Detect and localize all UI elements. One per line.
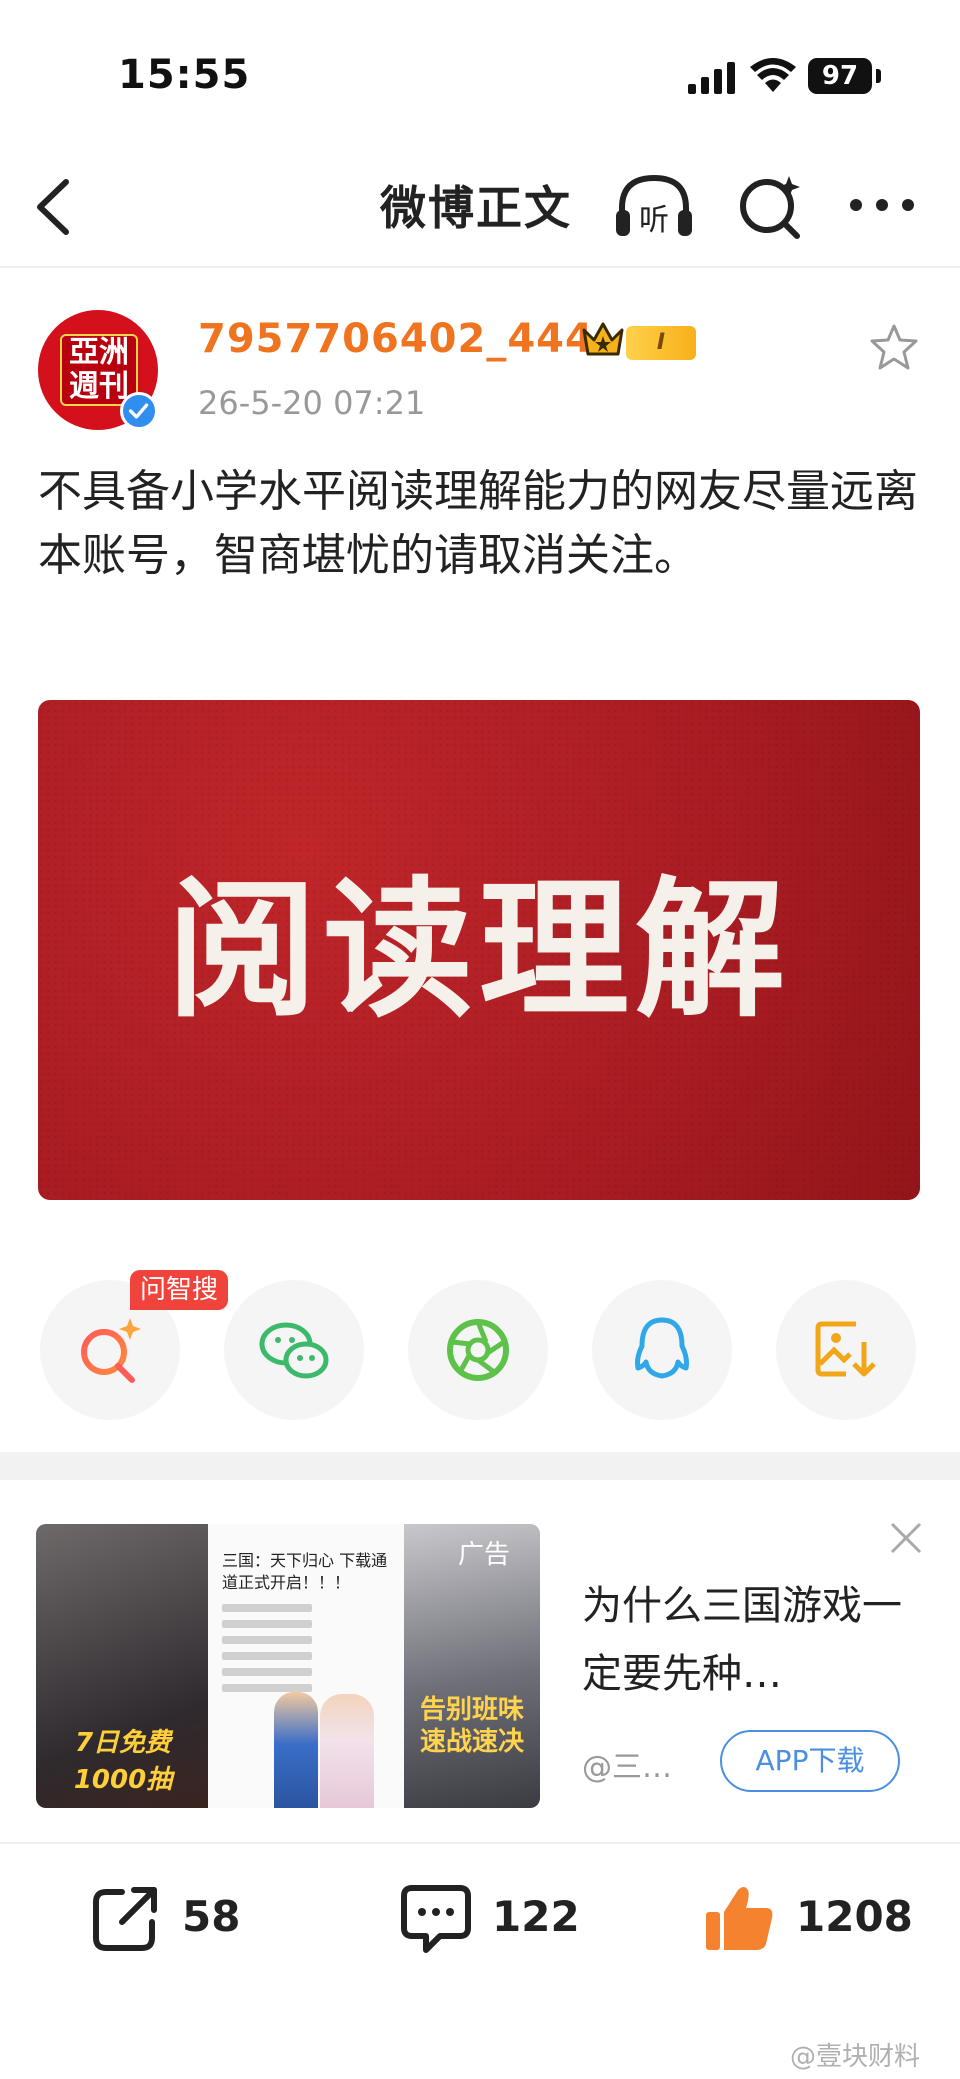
- wechat-icon: [259, 1322, 329, 1379]
- post-image-text: 阅读理解: [166, 862, 791, 1038]
- ad-source: @三…: [582, 1750, 672, 1785]
- verified-badge-icon: [120, 392, 158, 430]
- comment-button[interactable]: 122: [396, 1878, 586, 1958]
- member-level-badge: I: [626, 326, 696, 360]
- battery-tip: [876, 69, 881, 83]
- page-title: 微博正文: [380, 181, 572, 235]
- back-arrow-icon[interactable]: [30, 172, 80, 242]
- like-button[interactable]: 1208: [700, 1878, 913, 1958]
- section-divider: [0, 1452, 960, 1480]
- repost-icon: [93, 1887, 157, 1951]
- action-bar-divider: [0, 1842, 960, 1844]
- headphones-listen-icon[interactable]: 听: [612, 170, 696, 246]
- smart-search-icon[interactable]: [735, 168, 805, 244]
- ad-figure-man: [274, 1692, 318, 1808]
- moments-aperture-icon: [447, 1319, 509, 1381]
- listen-label: 听: [639, 203, 669, 238]
- ad-image-middle-panel: 三国：天下归心 下载通道正式开启！！！: [208, 1524, 404, 1808]
- watermark: @壹块财料: [790, 2042, 921, 2072]
- ad-image-middle-title: 三国：天下归心 下载通道正式开启！！！: [222, 1551, 388, 1592]
- more-options-icon[interactable]: [848, 195, 916, 215]
- ad-label: 广告: [458, 1540, 511, 1570]
- ad-image-left-text: 7日免费1000抽: [73, 1728, 173, 1795]
- post-text: 不具备小学水平阅读理解能力的网友尽量远离本账号，智商堪忧的请取消关注。: [38, 466, 918, 581]
- signal-icon: [688, 62, 735, 94]
- ad-title[interactable]: 为什么三国游戏一定要先种…: [582, 1572, 912, 1708]
- save-image-icon: [815, 1321, 876, 1377]
- share-save-image-button[interactable]: [776, 1280, 916, 1420]
- like-thumb-icon: [706, 1887, 773, 1950]
- status-time: 15:55: [118, 52, 251, 98]
- share-moments-button[interactable]: [408, 1280, 548, 1420]
- app-download-button[interactable]: APP下载: [720, 1730, 900, 1792]
- ad-image-left-panel: 7日免费1000抽: [36, 1524, 208, 1808]
- comment-count: 122: [492, 1892, 580, 1941]
- close-icon[interactable]: [888, 1520, 924, 1556]
- battery-indicator: 97: [808, 58, 872, 94]
- ad-image-middle-lines: [222, 1604, 312, 1700]
- qq-penguin-icon: [635, 1317, 689, 1379]
- crown-icon: [582, 322, 624, 356]
- repost-button[interactable]: 58: [86, 1878, 256, 1958]
- status-bar: 15:55 97: [0, 0, 960, 150]
- ask-search-icon: [81, 1318, 141, 1383]
- ad-figure-woman: [320, 1694, 374, 1808]
- repost-count: 58: [182, 1892, 241, 1941]
- ask-search-badge: 问智搜: [130, 1270, 229, 1310]
- post-date: 26-5-20 07:21: [198, 384, 426, 422]
- like-count: 1208: [796, 1892, 913, 1941]
- ad-image-right-text: 告别班味 速战速决: [419, 1695, 524, 1757]
- comment-icon: [401, 1885, 471, 1953]
- username[interactable]: 7957706402_444: [198, 316, 594, 362]
- post-image[interactable]: 阅读理解: [38, 700, 920, 1200]
- wifi-icon: [750, 58, 796, 92]
- navigation-bar: 微博正文 听: [0, 150, 960, 268]
- share-qq-button[interactable]: [592, 1280, 732, 1420]
- favorite-star-icon[interactable]: [868, 322, 920, 372]
- share-wechat-button[interactable]: [224, 1280, 364, 1420]
